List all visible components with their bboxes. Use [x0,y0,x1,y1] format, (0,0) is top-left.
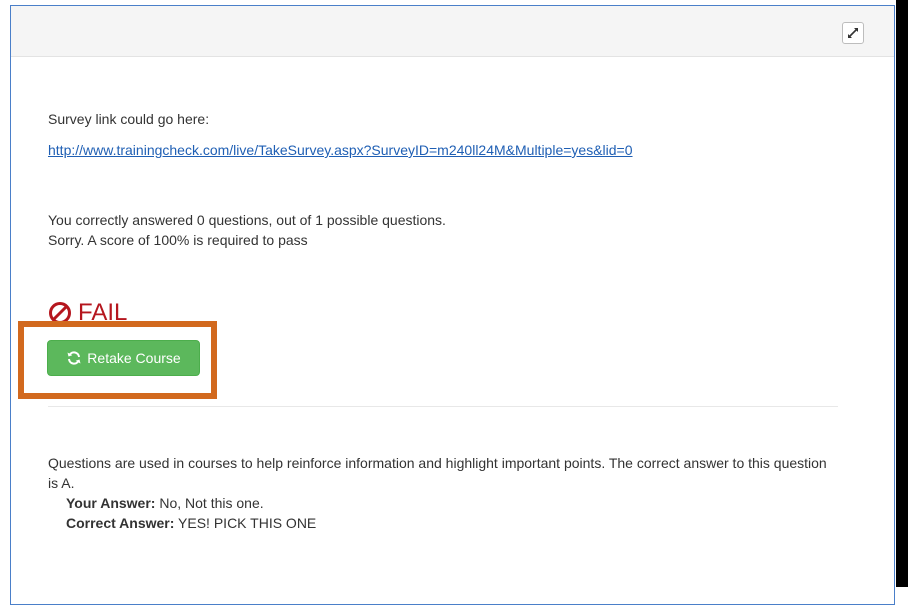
correct-answer-value: YES! PICK THIS ONE [178,515,317,531]
explanation-text: Questions are used in courses to help re… [48,455,827,491]
score-text: You correctly answered 0 questions, out … [48,212,446,228]
survey-link[interactable]: http://www.trainingcheck.com/live/TakeSu… [48,142,633,158]
modal-panel: Survey link could go here: http://www.tr… [10,5,895,605]
correct-answer-row: Correct Answer: YES! PICK THIS ONE [48,513,838,533]
survey-label: Survey link could go here: [48,111,210,127]
retake-course-button[interactable]: Retake Course [47,340,200,376]
section-divider [48,406,838,407]
panel-header [11,6,894,57]
window-edge [896,0,908,587]
your-answer-label: Your Answer: [66,495,156,511]
pass-requirement-text: Sorry. A score of 100% is required to pa… [48,232,308,248]
retake-course-label: Retake Course [87,350,181,366]
your-answer-value: No, Not this one. [159,495,264,511]
answer-explanation: Questions are used in courses to help re… [48,453,838,533]
refresh-icon [67,351,81,365]
your-answer-row: Your Answer: No, Not this one. [48,493,838,513]
expand-icon [848,28,858,38]
expand-button[interactable] [842,22,864,44]
correct-answer-label: Correct Answer: [66,515,175,531]
